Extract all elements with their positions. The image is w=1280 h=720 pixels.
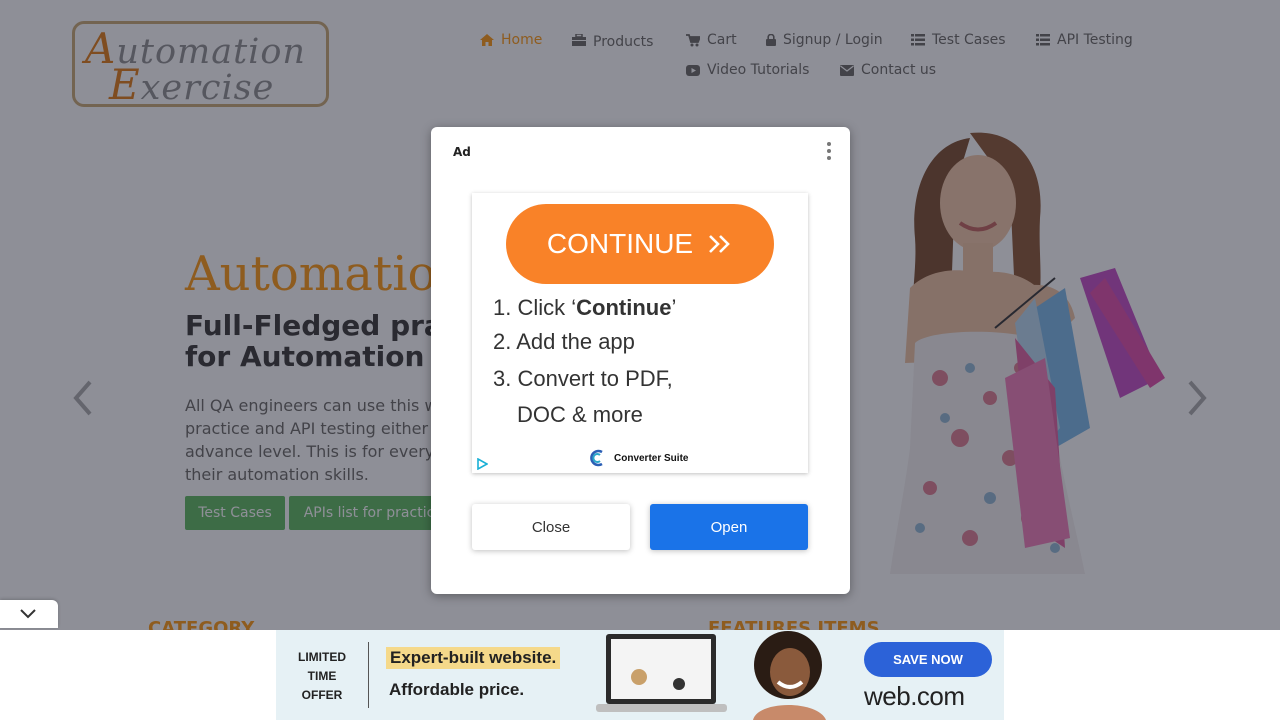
ad-step-1: 1. Click ‘Continue’ bbox=[493, 295, 676, 321]
ad-step-1-bold: Continue bbox=[576, 295, 672, 320]
interstitial-ad-modal: Ad CONTINUE 1. Click ‘Continue’ 2. Add t… bbox=[431, 127, 850, 594]
converter-suite-label: Converter Suite bbox=[614, 452, 689, 464]
offer-line: OFFER bbox=[301, 688, 343, 702]
save-now-button[interactable]: SAVE NOW bbox=[864, 642, 992, 677]
ad-headline-2: Affordable price. bbox=[389, 680, 525, 699]
ad-continue-label: CONTINUE bbox=[546, 228, 694, 259]
ad-creative[interactable]: CONTINUE 1. Click ‘Continue’ 2. Add the … bbox=[472, 193, 808, 473]
smiling-woman-image bbox=[753, 631, 826, 720]
ad-step-1-prefix: 1. Click ‘ bbox=[493, 295, 577, 320]
ad-label: Ad bbox=[453, 145, 471, 159]
open-button[interactable]: Open bbox=[650, 504, 808, 550]
ad-continue-button[interactable]: CONTINUE bbox=[506, 204, 774, 284]
ad-step-1-suffix: ’ bbox=[671, 295, 677, 320]
close-button[interactable]: Close bbox=[472, 504, 630, 550]
adchoices-icon[interactable] bbox=[476, 458, 488, 470]
converter-suite-logo-icon bbox=[590, 449, 603, 467]
ad-divider bbox=[368, 642, 369, 708]
converter-suite-brand: Converter Suite bbox=[588, 448, 688, 468]
ad-step-2: 2. Add the app bbox=[493, 329, 635, 354]
ad-step-3: 3. Convert to PDF, bbox=[493, 366, 673, 391]
double-chevron-right-icon bbox=[709, 235, 730, 253]
ad-headline-1: Expert-built website. bbox=[386, 647, 561, 669]
limited-offer-text: LIMITED TIME OFFER bbox=[294, 648, 350, 705]
ad-collapse-tab[interactable] bbox=[0, 600, 58, 628]
laptop-image bbox=[596, 634, 727, 712]
webcom-logo: web.com bbox=[864, 681, 965, 711]
more-options-icon[interactable] bbox=[825, 142, 833, 162]
chevron-down-icon bbox=[20, 609, 36, 619]
offer-line: TIME bbox=[307, 669, 337, 683]
offer-line: LIMITED bbox=[298, 650, 346, 664]
bottom-banner-ad[interactable]: LIMITED TIME OFFER Expert-built website.… bbox=[276, 630, 1004, 720]
ad-step-3-cont: DOC & more bbox=[517, 402, 643, 427]
